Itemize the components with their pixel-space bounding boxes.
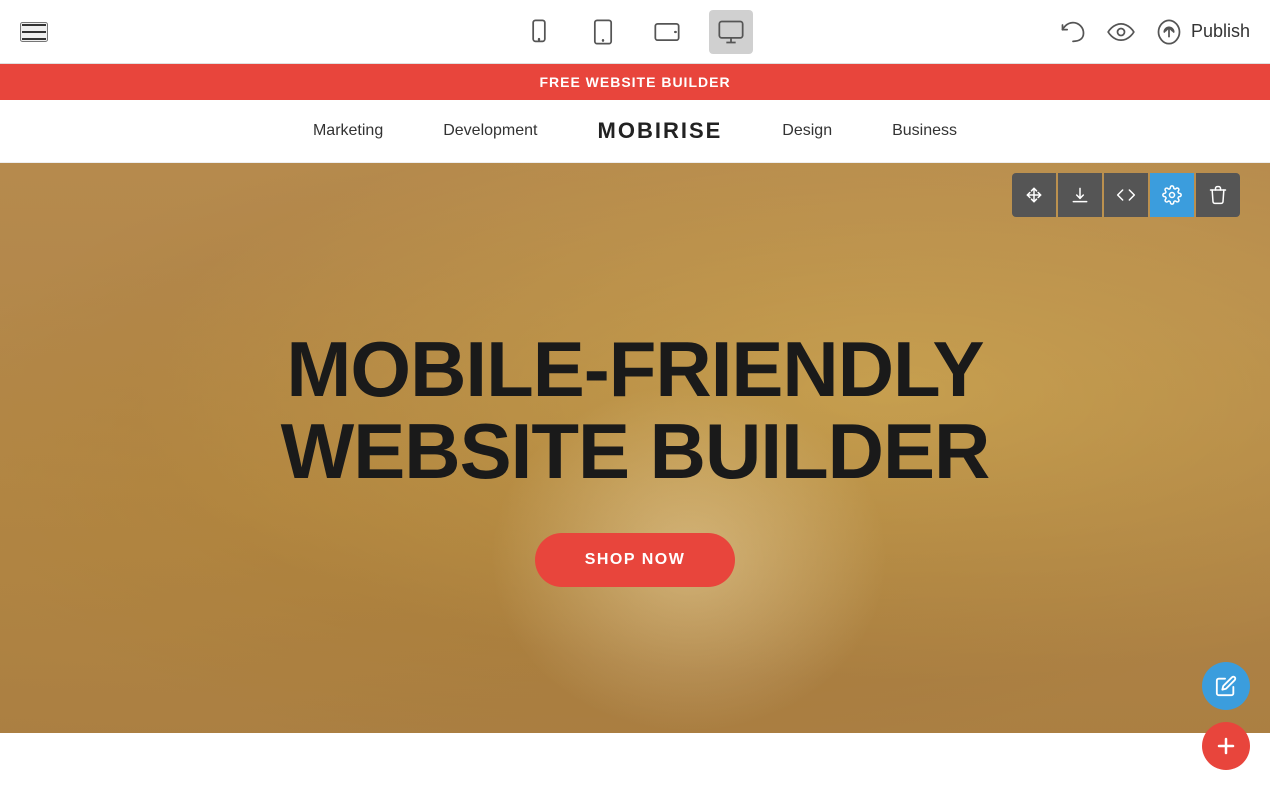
promo-banner: FREE WEBSITE BUILDER xyxy=(0,64,1270,100)
site-brand[interactable]: MOBIRISE xyxy=(598,118,723,144)
hero-title-line1: MOBILE-FRIENDLY xyxy=(286,325,983,413)
section-move-button[interactable] xyxy=(1012,173,1056,217)
device-switcher xyxy=(517,10,753,54)
preview-area: FREE WEBSITE BUILDER Marketing Developme… xyxy=(0,64,1270,800)
hero-content: MOBILE-FRIENDLY WEBSITE BUILDER SHOP NOW xyxy=(241,269,1030,627)
hero-title-line2: WEBSITE BUILDER xyxy=(281,407,990,495)
nav-item-marketing[interactable]: Marketing xyxy=(313,122,383,140)
preview-button[interactable] xyxy=(1107,18,1135,46)
site-nav: Marketing Development MOBIRISE Design Bu… xyxy=(0,100,1270,163)
add-section-button[interactable] xyxy=(1202,722,1250,770)
undo-button[interactable] xyxy=(1059,18,1087,46)
nav-item-development[interactable]: Development xyxy=(443,122,537,140)
top-toolbar: Publish xyxy=(0,0,1270,64)
section-download-button[interactable] xyxy=(1058,173,1102,217)
toolbar-right: Publish xyxy=(1059,18,1250,46)
section-settings-button[interactable] xyxy=(1150,173,1194,217)
nav-item-design[interactable]: Design xyxy=(782,122,832,140)
section-delete-button[interactable] xyxy=(1196,173,1240,217)
menu-button[interactable] xyxy=(20,22,48,42)
toolbar-left xyxy=(20,22,48,42)
mobile-view-button[interactable] xyxy=(517,10,561,54)
tablet-landscape-button[interactable] xyxy=(645,10,689,54)
section-toolbar xyxy=(1012,173,1240,217)
shop-now-button[interactable]: SHOP NOW xyxy=(535,533,736,587)
edit-float-button[interactable] xyxy=(1202,662,1250,710)
section-code-button[interactable] xyxy=(1104,173,1148,217)
promo-text: FREE WEBSITE BUILDER xyxy=(539,74,730,90)
tablet-view-button[interactable] xyxy=(581,10,625,54)
publish-button[interactable]: Publish xyxy=(1155,18,1250,46)
hero-title: MOBILE-FRIENDLY WEBSITE BUILDER xyxy=(281,329,990,493)
hero-section: MOBILE-FRIENDLY WEBSITE BUILDER SHOP NOW xyxy=(0,163,1270,733)
publish-label: Publish xyxy=(1191,21,1250,42)
desktop-view-button[interactable] xyxy=(709,10,753,54)
nav-item-business[interactable]: Business xyxy=(892,122,957,140)
